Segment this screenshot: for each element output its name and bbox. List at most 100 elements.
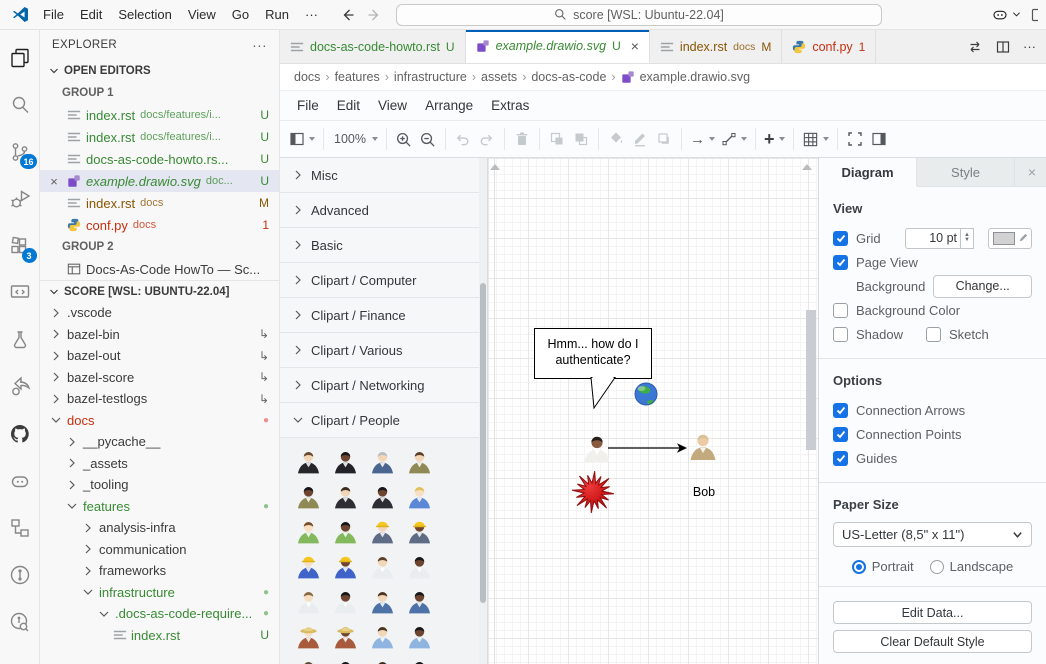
canvas-scrollbar[interactable] [806, 310, 816, 450]
tree-item-infrastructure[interactable]: infrastructure● [40, 582, 279, 604]
clear-default-style-button[interactable]: Clear Default Style [833, 630, 1032, 653]
sketch-checkbox[interactable] [926, 327, 941, 342]
paper-size-select[interactable]: US-Letter (8,5" x 11") [833, 522, 1032, 547]
source-control-icon[interactable]: 16 [0, 128, 40, 175]
change-background-button[interactable]: Change... [933, 275, 1032, 298]
menu-run[interactable]: Run [257, 4, 297, 25]
format-panel-toggle-icon[interactable] [867, 126, 891, 152]
redo-icon[interactable] [475, 126, 499, 152]
zoom-in-icon[interactable] [392, 126, 416, 152]
person-shape[interactable] [369, 553, 396, 580]
tab-example.drawio.svg[interactable]: example.drawio.svgU× [466, 30, 650, 63]
person-shape[interactable] [369, 623, 396, 650]
open-editor-item[interactable]: Docs-As-Code HowTo — Sc... [40, 258, 279, 280]
line-color-icon[interactable] [628, 126, 652, 152]
open-editor-item[interactable]: conf.pydocs1 [40, 214, 279, 236]
extensions-icon[interactable]: 3 [0, 222, 40, 269]
open-editor-item[interactable]: index.rstdocs/features/i...U [40, 104, 279, 126]
person-shape[interactable] [295, 518, 322, 545]
person-shape[interactable] [369, 658, 396, 664]
nav-forward-icon[interactable] [366, 7, 382, 23]
tab-docs-as-code-howto.rst[interactable]: docs-as-code-howto.rstU [280, 30, 466, 63]
connection-arrows-checkbox[interactable] [833, 403, 848, 418]
insert-dropdown[interactable]: + [761, 126, 788, 152]
workspace-header[interactable]: SCORE [WSL: UBUNTU-22.04] [40, 280, 279, 302]
shapes-scrollbar[interactable] [479, 158, 487, 664]
person-shape[interactable] [332, 553, 359, 580]
tree-item-index-rst[interactable]: index.rstU [40, 625, 279, 647]
person-shape[interactable] [406, 483, 433, 510]
menu-file[interactable]: File [35, 4, 72, 25]
breadcrumb-item[interactable]: assets [481, 70, 517, 84]
shape-category-clipart-various[interactable]: Clipart / Various [280, 333, 487, 368]
fill-color-icon[interactable] [604, 126, 628, 152]
grid-size-input[interactable]: 10 pt [905, 228, 961, 249]
gitlens-inspect-icon[interactable] [0, 598, 40, 645]
person-shape[interactable] [369, 448, 396, 475]
drawio-menu-view[interactable]: View [369, 94, 416, 117]
person-shape[interactable] [332, 588, 359, 615]
shape-category-clipart-people[interactable]: Clipart / People [280, 403, 487, 438]
menu-go[interactable]: Go [224, 4, 257, 25]
explorer-icon[interactable] [0, 34, 40, 81]
tree-item--assets[interactable]: _assets [40, 453, 279, 475]
tree-item-bazel-bin[interactable]: bazel-bin↳ [40, 324, 279, 346]
grid-size-stepper[interactable]: ▲▼ [961, 228, 974, 249]
drawio-menu-arrange[interactable]: Arrange [416, 94, 482, 117]
open-editor-item[interactable]: docs-as-code-howto.rs...U [40, 148, 279, 170]
search-sidebar-icon[interactable] [0, 81, 40, 128]
connection-points-checkbox[interactable] [833, 427, 848, 442]
breadcrumb-item[interactable]: infrastructure [394, 70, 467, 84]
copilot-icon[interactable] [991, 6, 1021, 24]
tree-item-communication[interactable]: communication [40, 539, 279, 561]
tree-item-bazel-score[interactable]: bazel-score↳ [40, 367, 279, 389]
bob-figure[interactable] [691, 435, 716, 460]
delete-icon[interactable] [510, 126, 534, 152]
shape-category-clipart-computer[interactable]: Clipart / Computer [280, 263, 487, 298]
copilot-chat-icon[interactable] [0, 457, 40, 504]
command-center-search[interactable]: score [WSL: Ubuntu-22.04] [396, 4, 882, 26]
tree-item--vscode[interactable]: .vscode [40, 302, 279, 324]
speech-bubble[interactable]: Hmm... how do I authenticate? [535, 329, 652, 409]
tree-item--pycache-[interactable]: __pycache__ [40, 431, 279, 453]
person-shape[interactable] [369, 483, 396, 510]
split-editor-icon[interactable] [995, 39, 1011, 55]
zoom-out-icon[interactable] [416, 126, 440, 152]
person-shape[interactable] [295, 588, 322, 615]
shape-category-clipart-finance[interactable]: Clipart / Finance [280, 298, 487, 333]
shadow-icon[interactable] [652, 126, 676, 152]
open-editor-item[interactable]: index.rstdocsM [40, 192, 279, 214]
undo-icon[interactable] [451, 126, 475, 152]
breadcrumb-item[interactable]: docs-as-code [531, 70, 606, 84]
landscape-radio[interactable] [930, 560, 944, 574]
testing-icon[interactable] [0, 316, 40, 363]
person-shape[interactable] [295, 553, 322, 580]
person-shape[interactable] [406, 448, 433, 475]
person-shape[interactable] [295, 448, 322, 475]
breadcrumb-item[interactable]: features [335, 70, 380, 84]
person-shape[interactable] [295, 483, 322, 510]
menu-selection[interactable]: Selection [110, 4, 179, 25]
person-shape[interactable] [406, 553, 433, 580]
fullscreen-icon[interactable] [843, 126, 867, 152]
tree-item-analysis-infra[interactable]: analysis-infra [40, 517, 279, 539]
user-figure[interactable] [585, 437, 610, 462]
editor-more-actions-icon[interactable]: ··· [1023, 39, 1036, 54]
breadcrumb-item[interactable]: docs [294, 70, 320, 84]
to-back-icon[interactable] [569, 126, 593, 152]
drawio-menu-extras[interactable]: Extras [482, 94, 538, 117]
page-view-checkbox[interactable] [833, 255, 848, 270]
background-color-checkbox[interactable] [833, 303, 848, 318]
hierarchy-icon[interactable] [0, 504, 40, 551]
tree-item--tooling[interactable]: _tooling [40, 474, 279, 496]
person-shape[interactable] [332, 448, 359, 475]
person-shape[interactable] [406, 518, 433, 545]
person-shape[interactable] [295, 623, 322, 650]
portrait-radio[interactable] [852, 560, 866, 574]
grid-checkbox[interactable] [833, 231, 848, 246]
open-editors-header[interactable]: OPEN EDITORS [40, 60, 279, 82]
format-close-icon[interactable]: × [1018, 158, 1046, 186]
close-editor-icon[interactable]: × [46, 174, 62, 189]
layout-panel-icon[interactable] [1031, 7, 1038, 23]
breadcrumb-item[interactable]: example.drawio.svg [640, 70, 750, 84]
